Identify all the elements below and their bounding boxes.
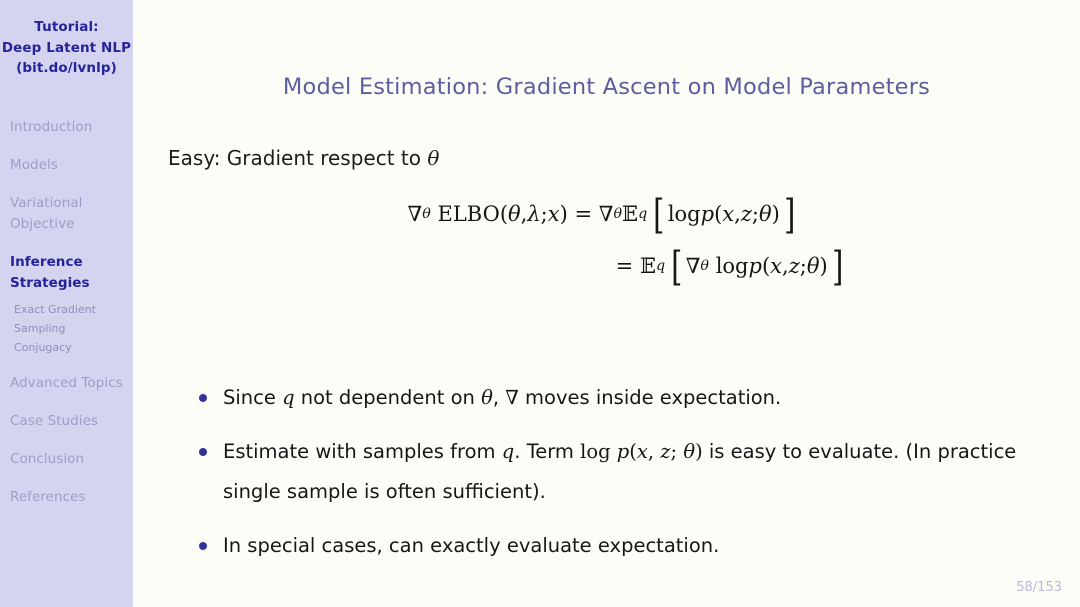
bracket-left-icon-2: [ bbox=[671, 243, 683, 290]
sidebar-item-label-cont: Strategies bbox=[10, 274, 90, 291]
equation-line-1: ∇ θ ELBO(θ, λ; x) = ∇ θ 𝔼q[log p(x, z; θ)] bbox=[125, 192, 1080, 238]
bullet-list: Since q not dependent on θ, ∇ moves insi… bbox=[193, 378, 1062, 580]
deck-title-line-3: (bit.do/lvnlp) bbox=[16, 60, 117, 76]
semicolon-2: ; bbox=[751, 201, 759, 226]
sidebar-item-conclusion[interactable]: Conclusion bbox=[0, 449, 133, 470]
x-var-2: x bbox=[770, 253, 782, 278]
semicolon-3: ; bbox=[799, 253, 807, 278]
sidebar-item-inference-strategies[interactable]: Inference Strategies bbox=[0, 252, 133, 294]
sidebar-navigation: Tutorial: Deep Latent NLP (bit.do/lvnlp)… bbox=[0, 0, 133, 607]
expectation-symbol-2: 𝔼 bbox=[639, 253, 656, 278]
z-var: z bbox=[740, 201, 752, 226]
table-of-contents: Introduction Models Variational Objectiv… bbox=[0, 117, 133, 508]
expectation-symbol: 𝔼 bbox=[622, 201, 639, 226]
bullet-text: Since q not dependent on θ, ∇ moves insi… bbox=[223, 386, 782, 409]
comma-2: , bbox=[734, 201, 741, 226]
intro-text: Easy: Gradient respect to bbox=[168, 146, 428, 170]
page-number: 58/153 bbox=[1016, 580, 1062, 595]
nabla-subscript-2: θ bbox=[700, 258, 709, 275]
log-operator-2: log bbox=[715, 253, 749, 278]
bullet-dot-icon bbox=[199, 448, 207, 456]
sidebar-item-label: Variational bbox=[10, 194, 83, 211]
theta-var: θ bbox=[758, 201, 772, 226]
bullet-dot-icon bbox=[199, 542, 207, 550]
log-operator: log bbox=[667, 201, 701, 226]
nabla-icon-rhs: ∇ bbox=[598, 201, 614, 226]
p-function-2: p bbox=[748, 253, 762, 278]
x-var: x bbox=[722, 201, 735, 226]
bracket-right-icon: ] bbox=[784, 192, 796, 238]
sidebar-item-label: References bbox=[10, 488, 86, 505]
list-item: Since q not dependent on θ, ∇ moves insi… bbox=[193, 378, 1062, 418]
sidebar-item-case-studies[interactable]: Case Studies bbox=[0, 411, 133, 432]
sidebar-subitem-conjugacy[interactable]: Conjugacy bbox=[14, 338, 133, 357]
bullet-text: Estimate with samples from q. Term log p… bbox=[223, 440, 1017, 503]
intro-theta-symbol: θ bbox=[427, 146, 440, 170]
frame-title: Model Estimation: Gradient Ascent on Mod… bbox=[282, 74, 931, 100]
nabla-icon: ∇ bbox=[407, 201, 423, 226]
elbo-name: ELBO( bbox=[437, 201, 509, 226]
sidebar-item-variational-objective[interactable]: Variational Objective bbox=[0, 193, 133, 235]
bullet-dot-icon bbox=[199, 394, 207, 402]
theta-var-2: θ bbox=[806, 253, 820, 278]
sidebar-item-label: Case Studies bbox=[10, 412, 99, 429]
paren-open-3: ( bbox=[761, 253, 771, 278]
bracket-right-icon-2: ] bbox=[831, 243, 844, 290]
equals-sign-2: = bbox=[615, 253, 634, 278]
deck-title: Tutorial: Deep Latent NLP (bit.do/lvnlp) bbox=[0, 17, 133, 79]
sidebar-item-label: Inference bbox=[10, 253, 83, 270]
sidebar-subitem-exact-gradient[interactable]: Exact Gradient bbox=[14, 300, 133, 319]
sidebar-item-label: Models bbox=[10, 156, 58, 173]
sidebar-subitem-sampling[interactable]: Sampling bbox=[14, 319, 133, 338]
bullet-text: In special cases, can exactly evaluate e… bbox=[223, 534, 720, 557]
equation-block: ∇ θ ELBO(θ, λ; x) = ∇ θ 𝔼q[log p(x, z; θ)] … bbox=[133, 195, 1080, 290]
paren-close: ) bbox=[559, 201, 568, 226]
comma-3: , bbox=[782, 253, 789, 278]
nabla-icon-2: ∇ bbox=[685, 253, 701, 278]
semicolon: ; bbox=[540, 201, 548, 226]
sidebar-item-label: Conclusion bbox=[10, 450, 85, 467]
list-item: In special cases, can exactly evaluate e… bbox=[193, 526, 1062, 566]
sidebar-item-models[interactable]: Models bbox=[0, 155, 133, 176]
theta-arg: θ bbox=[508, 201, 521, 226]
expectation-subscript-2: q bbox=[655, 258, 666, 275]
lambda-arg: λ bbox=[527, 201, 541, 226]
sidebar-item-label-cont: Objective bbox=[10, 215, 75, 232]
deck-title-line-2: Deep Latent NLP bbox=[1, 39, 132, 56]
nabla-subscript: θ bbox=[422, 206, 431, 223]
sidebar-item-introduction[interactable]: Introduction bbox=[0, 117, 133, 138]
paren-close-3: ) bbox=[819, 253, 828, 278]
sidebar-item-label: Advanced Topics bbox=[10, 374, 123, 391]
x-arg: x bbox=[547, 201, 560, 226]
slide-content: Model Estimation: Gradient Ascent on Mod… bbox=[133, 0, 1080, 607]
sidebar-subsection-list: Exact Gradient Sampling Conjugacy bbox=[0, 300, 133, 357]
list-item: Estimate with samples from q. Term log p… bbox=[193, 432, 1062, 512]
expectation-subscript: q bbox=[638, 206, 648, 223]
intro-line: Easy: Gradient respect to θ bbox=[168, 146, 439, 170]
paren-close-2: ) bbox=[771, 201, 780, 226]
nabla-rhs-subscript: θ bbox=[613, 206, 623, 223]
z-var-2: z bbox=[788, 253, 800, 278]
sidebar-item-references[interactable]: References bbox=[0, 487, 133, 508]
equals-sign: = bbox=[574, 201, 593, 226]
equation-line-2: = 𝔼q[∇ θ log p(x, z; θ)] bbox=[381, 243, 1080, 290]
sidebar-item-label: Introduction bbox=[10, 118, 93, 135]
presentation-slide: Tutorial: Deep Latent NLP (bit.do/lvnlp)… bbox=[0, 0, 1080, 607]
deck-title-line-1: Tutorial: bbox=[34, 19, 99, 35]
paren-open: ( bbox=[714, 201, 723, 226]
bracket-left-icon: [ bbox=[653, 192, 665, 238]
sidebar-item-advanced-topics[interactable]: Advanced Topics bbox=[0, 373, 133, 394]
p-function: p bbox=[700, 201, 715, 226]
